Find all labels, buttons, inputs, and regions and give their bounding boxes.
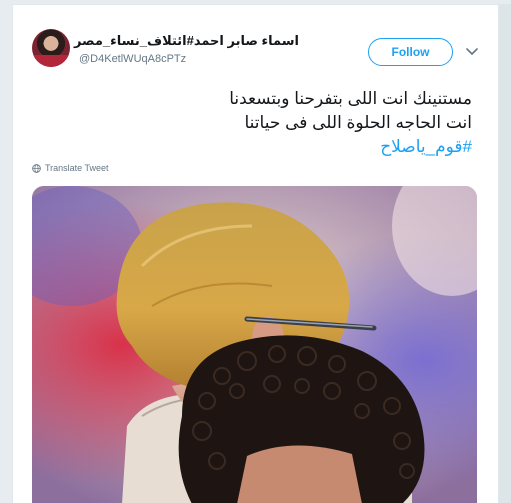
- globe-icon: [32, 163, 41, 173]
- chevron-down-icon[interactable]: [465, 46, 479, 58]
- tweet-media-image[interactable]: [32, 186, 477, 503]
- tweet-line: مستنينك انت اللى بتفرحنا وبتسعدنا: [229, 89, 472, 108]
- translate-label: Translate Tweet: [45, 163, 109, 173]
- display-name[interactable]: اسماء صابر احمد#ائتلاف_نساء_مصر: [74, 33, 299, 49]
- translate-tweet-link[interactable]: Translate Tweet: [32, 163, 109, 173]
- user-handle[interactable]: @D4KetlWUqA8cPTz: [79, 53, 186, 65]
- tweet-text: مستنينك انت اللى بتفرحنا وبتسعدنا انت ال…: [42, 87, 472, 159]
- avatar[interactable]: [32, 29, 70, 67]
- follow-button[interactable]: Follow: [368, 38, 453, 66]
- hashtag-link[interactable]: #قوم_ياصلاح: [42, 135, 472, 159]
- tweet-card: اسماء صابر احمد#ائتلاف_نساء_مصر @D4KetlW…: [12, 4, 499, 503]
- page-edge: [499, 4, 511, 503]
- tweet-line: انت الحاجه الحلوة اللى فى حياتنا: [244, 113, 473, 132]
- drawing-illustration: [32, 186, 477, 503]
